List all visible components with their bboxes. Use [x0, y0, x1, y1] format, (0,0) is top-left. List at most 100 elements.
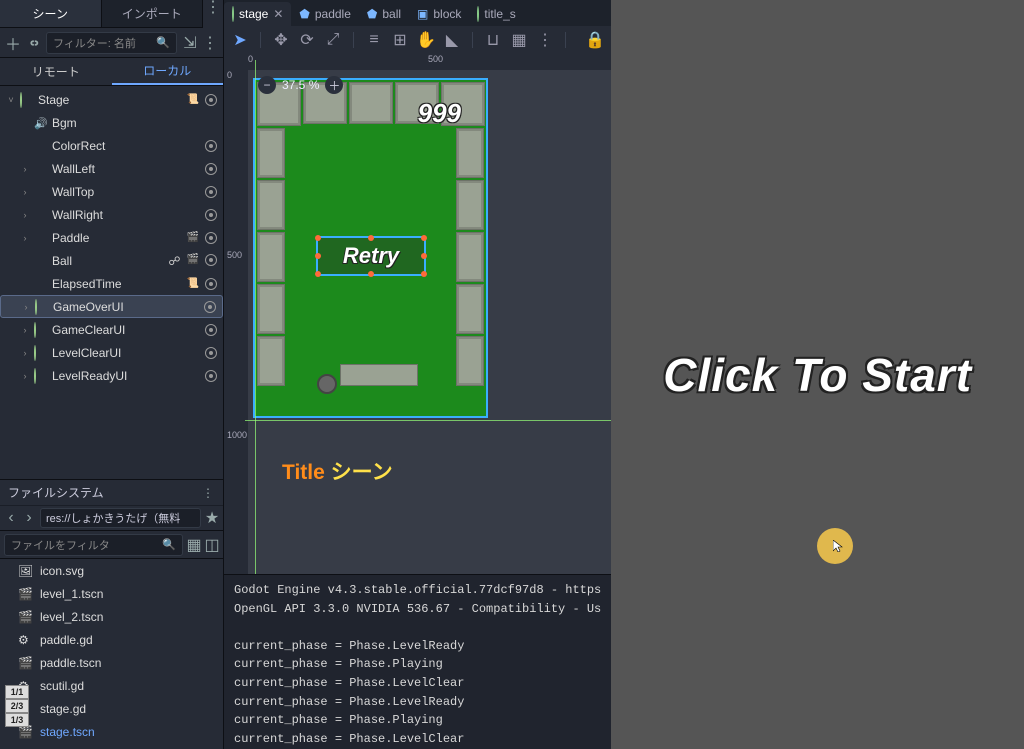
zoom-out-icon[interactable]: − [258, 76, 276, 94]
collapse-icon[interactable]: ⇲ [183, 36, 197, 50]
ruler-horizontal: 0500 [248, 54, 611, 70]
scene-instance-icon[interactable]: 🎬 [187, 254, 199, 268]
subtab-remote[interactable]: リモート [0, 58, 112, 85]
fs-item[interactable]: ⚙scutil.gd [0, 674, 223, 697]
doc-tab-stage[interactable]: stage✕ [224, 2, 291, 26]
circle-icon [35, 300, 49, 314]
tree-item-ball[interactable]: Ball☍🎬 [0, 249, 223, 272]
select-tool-icon[interactable]: ➤ [232, 32, 248, 48]
fs-item[interactable]: 🎬stage.tscn [0, 720, 223, 743]
tree-item-gameclearui[interactable]: ›GameClearUI [0, 318, 223, 341]
rotate-tool-icon[interactable]: ⟳ [299, 32, 315, 48]
stage-preview[interactable]: 999 Retry [253, 78, 488, 418]
badge: 1/1 [5, 685, 29, 699]
scene-instance-icon[interactable]: 🎬 [187, 232, 199, 244]
score-label: 999 [418, 98, 461, 129]
visibility-icon[interactable] [205, 370, 217, 382]
running-game[interactable]: Click To Start [611, 0, 1024, 749]
tree-item-colorrect[interactable]: ColorRect [0, 134, 223, 157]
signal-icon: ☍ [168, 254, 180, 268]
scene-tree[interactable]: ˅Stage📜🔊BgmColorRect›WallLeft›WallTop›Wa… [0, 86, 223, 479]
gear-icon: ⚙ [18, 633, 32, 647]
fs-item[interactable]: ⚙title_scene.gd [0, 743, 223, 749]
doc-tab-paddle[interactable]: ⬟paddle [291, 2, 358, 26]
output-panel[interactable]: Godot Engine v4.3.stable.official.77dcf9… [224, 574, 611, 749]
nav-back-icon[interactable]: ‹ [4, 511, 18, 525]
fs-item[interactable]: 🎬level_1.tscn [0, 582, 223, 605]
kebab-icon[interactable]: ⋮ [203, 0, 223, 14]
char-icon: ⬟ [299, 7, 309, 21]
move-tool-icon[interactable]: ✥ [273, 32, 289, 48]
visibility-icon[interactable] [205, 94, 217, 106]
fs-item[interactable]: 🖼icon.svg [0, 559, 223, 582]
speaker-icon: 🔊 [34, 116, 48, 130]
tree-item-levelclearui[interactable]: ›LevelClearUI [0, 341, 223, 364]
nav-fwd-icon[interactable]: › [22, 511, 36, 525]
visibility-icon[interactable] [205, 209, 217, 221]
fs-title: ファイルシステム [8, 484, 104, 501]
list-icon[interactable]: ≡ [366, 32, 382, 48]
kebab-icon[interactable]: ⋮ [201, 486, 215, 500]
fs-list[interactable]: 1/1 2/3 1/3 🖼icon.svg🎬level_1.tscn🎬level… [0, 559, 223, 749]
visibility-icon[interactable] [205, 254, 217, 266]
visibility-icon[interactable] [205, 232, 217, 244]
tree-item-paddle[interactable]: ›Paddle🎬 [0, 226, 223, 249]
document-tabs[interactable]: stage✕⬟paddle⬟ball▣blocktitle_s [224, 0, 611, 26]
split-icon[interactable]: ◫ [205, 538, 219, 552]
start-prompt[interactable]: Click To Start [663, 348, 972, 402]
tree-item-walltop[interactable]: ›WallTop [0, 180, 223, 203]
visibility-icon[interactable] [205, 278, 217, 290]
visibility-icon[interactable] [205, 186, 217, 198]
search-icon: 🔍 [162, 538, 176, 552]
bookmark-icon[interactable]: ★ [205, 511, 219, 525]
tree-item-wallright[interactable]: ›WallRight [0, 203, 223, 226]
fs-item[interactable]: ⚙paddle.gd [0, 628, 223, 651]
zoom-level[interactable]: 37.5 % [282, 78, 319, 92]
script-icon[interactable]: 📜 [187, 94, 199, 106]
ruler-icon[interactable]: ◣ [444, 32, 460, 48]
tree-item-stage[interactable]: ˅Stage📜 [0, 88, 223, 111]
fs-path[interactable]: res://しょかきうたげ（無料 [40, 508, 201, 528]
kebab-icon[interactable]: ⋮ [203, 36, 217, 50]
close-icon[interactable]: ✕ [273, 7, 283, 21]
visibility-icon[interactable] [204, 301, 216, 313]
link-icon[interactable] [26, 36, 40, 50]
fs-filter-input[interactable]: ファイルをフィルタ 🔍 [4, 534, 183, 556]
viewport[interactable]: 0500 05001000 − 37.5 % ＋ [224, 54, 611, 574]
subtab-local[interactable]: ローカル [112, 58, 224, 85]
fs-item[interactable]: ⚙stage.gd [0, 697, 223, 720]
kebab-icon[interactable]: ⋮ [537, 32, 553, 48]
visibility-icon[interactable] [205, 324, 217, 336]
tree-item-levelreadyui[interactable]: ›LevelReadyUI [0, 364, 223, 387]
ball [317, 374, 337, 394]
circle-icon [232, 7, 234, 21]
pan-icon[interactable]: ✋ [418, 32, 434, 48]
tab-scene[interactable]: シーン [0, 0, 102, 28]
grid-icon[interactable]: ▦ [511, 32, 527, 48]
scale-tool-icon[interactable]: ⤢ [325, 32, 341, 48]
script-icon[interactable]: 📜 [187, 278, 199, 290]
doc-tab-ball[interactable]: ⬟ball [359, 2, 409, 26]
scene-filter-input[interactable]: フィルター: 名前 🔍 [46, 32, 177, 54]
doc-tab-block[interactable]: ▣block [409, 2, 469, 26]
grid-view-icon[interactable]: ▦ [187, 538, 201, 552]
magnet-icon[interactable]: ⊔ [485, 32, 501, 48]
fs-item[interactable]: 🎬level_2.tscn [0, 605, 223, 628]
fs-item[interactable]: 🎬paddle.tscn [0, 651, 223, 674]
visibility-icon[interactable] [205, 163, 217, 175]
zoom-in-icon[interactable]: ＋ [325, 76, 343, 94]
visibility-icon[interactable] [205, 347, 217, 359]
tree-item-elapsedtime[interactable]: ElapsedTime📜 [0, 272, 223, 295]
tree-item-bgm[interactable]: 🔊Bgm [0, 111, 223, 134]
scene-toolbar: ＋ フィルター: 名前 🔍 ⇲ ⋮ [0, 28, 223, 58]
visibility-icon[interactable] [205, 140, 217, 152]
add-node-icon[interactable]: ＋ [6, 36, 20, 50]
retry-button[interactable]: Retry [316, 236, 426, 276]
doc-tab-title_s[interactable]: title_s [469, 2, 523, 26]
overlay-caption: Title シーン [282, 456, 393, 486]
tree-item-gameoverui[interactable]: ›GameOverUI [0, 295, 223, 318]
tab-import[interactable]: インポート [102, 0, 204, 28]
lock-icon[interactable]: 🔒 [587, 32, 603, 48]
tree-item-wallleft[interactable]: ›WallLeft [0, 157, 223, 180]
snap-icon[interactable]: ⊞ [392, 32, 408, 48]
